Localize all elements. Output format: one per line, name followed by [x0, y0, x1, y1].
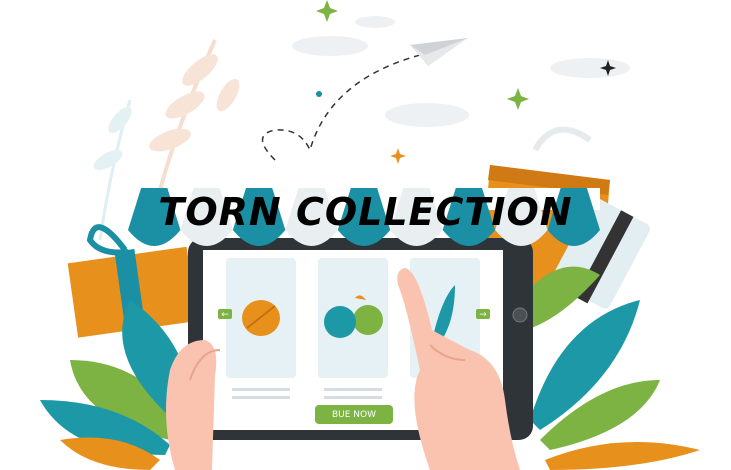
clouds: [292, 16, 630, 127]
shopping-illustration: ← →: [40, 0, 700, 470]
buy-now-button[interactable]: BUE NOW: [315, 405, 393, 424]
svg-text:←: ←: [221, 310, 229, 320]
svg-text:→: →: [479, 310, 487, 320]
home-button-icon: [512, 307, 528, 323]
paper-plane-icon: [410, 38, 468, 66]
page-title: TORN COLLECTION: [158, 190, 573, 234]
